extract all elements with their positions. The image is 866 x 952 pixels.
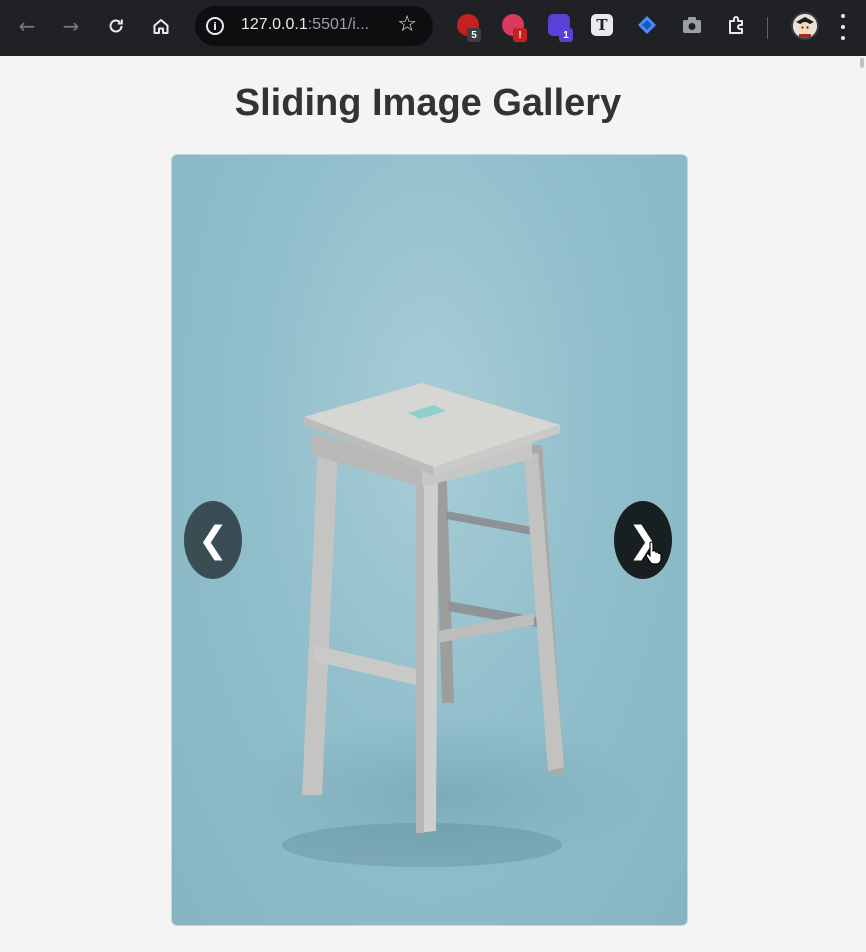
camera-extension-icon[interactable] [681, 14, 703, 36]
url-host: 127.0.0.1 [241, 16, 308, 33]
profile-avatar[interactable] [791, 12, 819, 40]
extension-3-badge: 1 [559, 28, 573, 42]
forward-icon[interactable]: → [55, 10, 87, 42]
url-text[interactable]: 127.0.0.1:5501/i... [241, 16, 369, 34]
site-info-icon[interactable]: i [206, 17, 224, 35]
home-icon[interactable] [145, 10, 177, 42]
reload-icon[interactable] [100, 10, 132, 42]
toolbar-divider [767, 17, 768, 39]
page-viewport: Sliding Image Gallery ❮ ❯ [0, 56, 866, 952]
scrollbar-thumb[interactable] [860, 58, 864, 68]
extension-2-badge: ! [513, 28, 527, 42]
next-slide-button[interactable]: ❯ [614, 501, 672, 579]
browser-toolbar: ← → i 127.0.0.1:5501/i... ☆ 5 ! 1 T [0, 0, 866, 56]
extensions-puzzle-icon[interactable] [726, 14, 748, 36]
browser-menu-icon[interactable] [840, 14, 846, 40]
extension-1-badge: 5 [467, 28, 481, 42]
address-bar[interactable]: i 127.0.0.1:5501/i... ☆ [195, 6, 433, 46]
image-gallery: ❮ ❯ [171, 154, 688, 926]
page-scrollbar[interactable] [858, 56, 866, 952]
back-icon[interactable]: ← [11, 10, 43, 42]
page-title: Sliding Image Gallery [234, 82, 622, 124]
bar-stool-image [282, 383, 564, 867]
extension-5-icon[interactable] [636, 14, 658, 36]
url-path: :5501/i... [307, 16, 370, 33]
previous-slide-button[interactable]: ❮ [184, 501, 242, 579]
hand-cursor-icon [645, 541, 662, 565]
extension-4-icon[interactable]: T [591, 14, 613, 36]
bookmark-star-icon[interactable]: ☆ [397, 12, 417, 37]
